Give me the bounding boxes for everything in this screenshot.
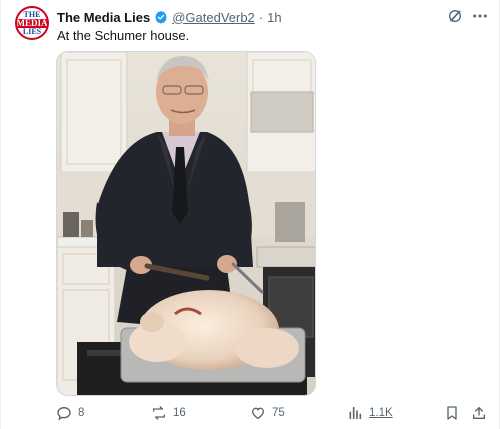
avatar[interactable]: THE MEDIA LIES [15, 6, 49, 40]
separator: · [258, 9, 264, 25]
tweet-text: At the Schumer house. [57, 28, 190, 43]
reply-button[interactable]: 8 [56, 402, 84, 424]
views-icon [349, 406, 362, 420]
action-bar: 8 16 75 1.1K [1, 402, 500, 424]
views-count: 1.1K [369, 407, 393, 419]
share-icon [473, 407, 485, 419]
timestamp[interactable]: 1h [267, 10, 281, 25]
bookmark-icon [447, 406, 457, 420]
tweet-photo[interactable] [56, 51, 316, 396]
bookmark-button[interactable] [444, 402, 466, 424]
more-icon[interactable] [471, 8, 489, 24]
share-button[interactable] [471, 402, 493, 424]
repost-icon [153, 406, 165, 420]
display-name[interactable]: The Media Lies [57, 10, 150, 25]
grok-icon[interactable] [447, 8, 463, 24]
handle[interactable]: @GatedVerb2 [172, 10, 255, 25]
like-icon [251, 407, 265, 420]
avatar-text-3: LIES [22, 26, 42, 36]
reply-count: 8 [78, 407, 85, 419]
reply-icon [57, 406, 71, 421]
views-button[interactable]: 1.1K [347, 402, 393, 424]
repost-count: 16 [173, 407, 186, 419]
like-button[interactable]: 75 [250, 402, 285, 424]
like-count: 75 [272, 407, 285, 419]
tweet-header: The Media Lies @GatedVerb2 · 1h [57, 8, 282, 26]
photo-illustration [57, 52, 315, 395]
tweet[interactable]: THE MEDIA LIES The Media Lies @GatedVerb… [0, 0, 500, 429]
repost-button[interactable]: 16 [151, 402, 186, 424]
verified-badge-icon[interactable] [154, 10, 168, 24]
